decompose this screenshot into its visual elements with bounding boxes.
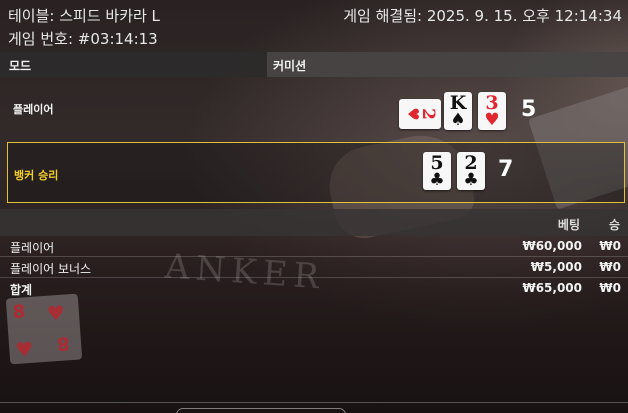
club-suit-icon: ♣ (463, 170, 479, 190)
mode-row: 모드 커미션 (0, 52, 628, 77)
bet-name: 플레이어 (10, 241, 55, 255)
heart-suit-icon: ♥ (484, 110, 500, 130)
player-score: 5 (521, 97, 537, 122)
bets-table: 베팅 승 플레이어 ₩60,000 ₩0 플레이어 보너스 ₩5,000 ₩0 … (0, 209, 628, 299)
win-column-header: 승 (608, 218, 620, 232)
total-bet-amount: ₩65,000 (522, 281, 582, 295)
felt-card-rank: 8 (12, 301, 27, 324)
table-row: 플레이어 보너스 ₩5,000 ₩0 (0, 257, 628, 278)
felt-card: 8 ♥ ♥ 8 (5, 293, 83, 365)
banker-card-1: 5 ♣ (423, 152, 451, 190)
table-title: 테이블: 스피드 바카라 L (8, 7, 160, 25)
player-card-3: 3 ♥ (478, 92, 506, 130)
banker-hand: 뱅커 승리 5 ♣ 2 ♣ 7 (7, 142, 625, 203)
banker-score: 7 (498, 157, 514, 182)
bet-amount: ₩60,000 (522, 239, 582, 253)
player-hand: 플레이어 2 ♥ K ♠ 3 ♥ 5 (0, 82, 628, 138)
bets-header: 베팅 승 (0, 209, 628, 236)
mode-label: 모드 (9, 59, 32, 73)
banker-card-2: 2 ♣ (457, 152, 485, 190)
mode-value: 커미션 (273, 59, 307, 73)
player-card-2: K ♠ (444, 92, 472, 130)
felt-card-heart-icon: ♥ (14, 336, 35, 363)
round-number: 게임 번호: #03:14:13 (8, 30, 158, 48)
mode-value-cell: 커미션 (267, 52, 628, 77)
divider (0, 402, 628, 403)
win-amount: ₩0 (599, 260, 621, 274)
bet-column-header: 베팅 (557, 218, 580, 232)
club-suit-icon: ♣ (429, 170, 445, 190)
felt-card-heart-icon: ♥ (46, 300, 66, 326)
player-label: 플레이어 (13, 103, 54, 116)
total-row: 합계 ₩65,000 ₩0 (0, 278, 628, 299)
player-card-1: 2 ♥ (399, 99, 441, 129)
bet-amount: ₩5,000 (530, 260, 582, 274)
table-row: 플레이어 ₩60,000 ₩0 (0, 236, 628, 257)
felt-card-rank: 8 (56, 332, 71, 355)
win-amount: ₩0 (599, 239, 621, 253)
card-rank: 2 (418, 108, 438, 120)
bet-name: 플레이어 보너스 (10, 262, 92, 276)
resolved-timestamp: 게임 해결됨: 2025. 9. 15. 오후 12:14:34 (343, 7, 622, 25)
bottom-control[interactable] (176, 408, 346, 413)
heart-suit-icon: ♥ (404, 107, 422, 121)
round-header: 테이블: 스피드 바카라 L 게임 번호: #03:14:13 게임 해결됨: … (0, 0, 628, 52)
spade-suit-icon: ♠ (450, 110, 466, 130)
total-win-amount: ₩0 (599, 281, 621, 295)
banker-result-label: 뱅커 승리 (14, 169, 59, 182)
total-label: 합계 (10, 283, 33, 297)
